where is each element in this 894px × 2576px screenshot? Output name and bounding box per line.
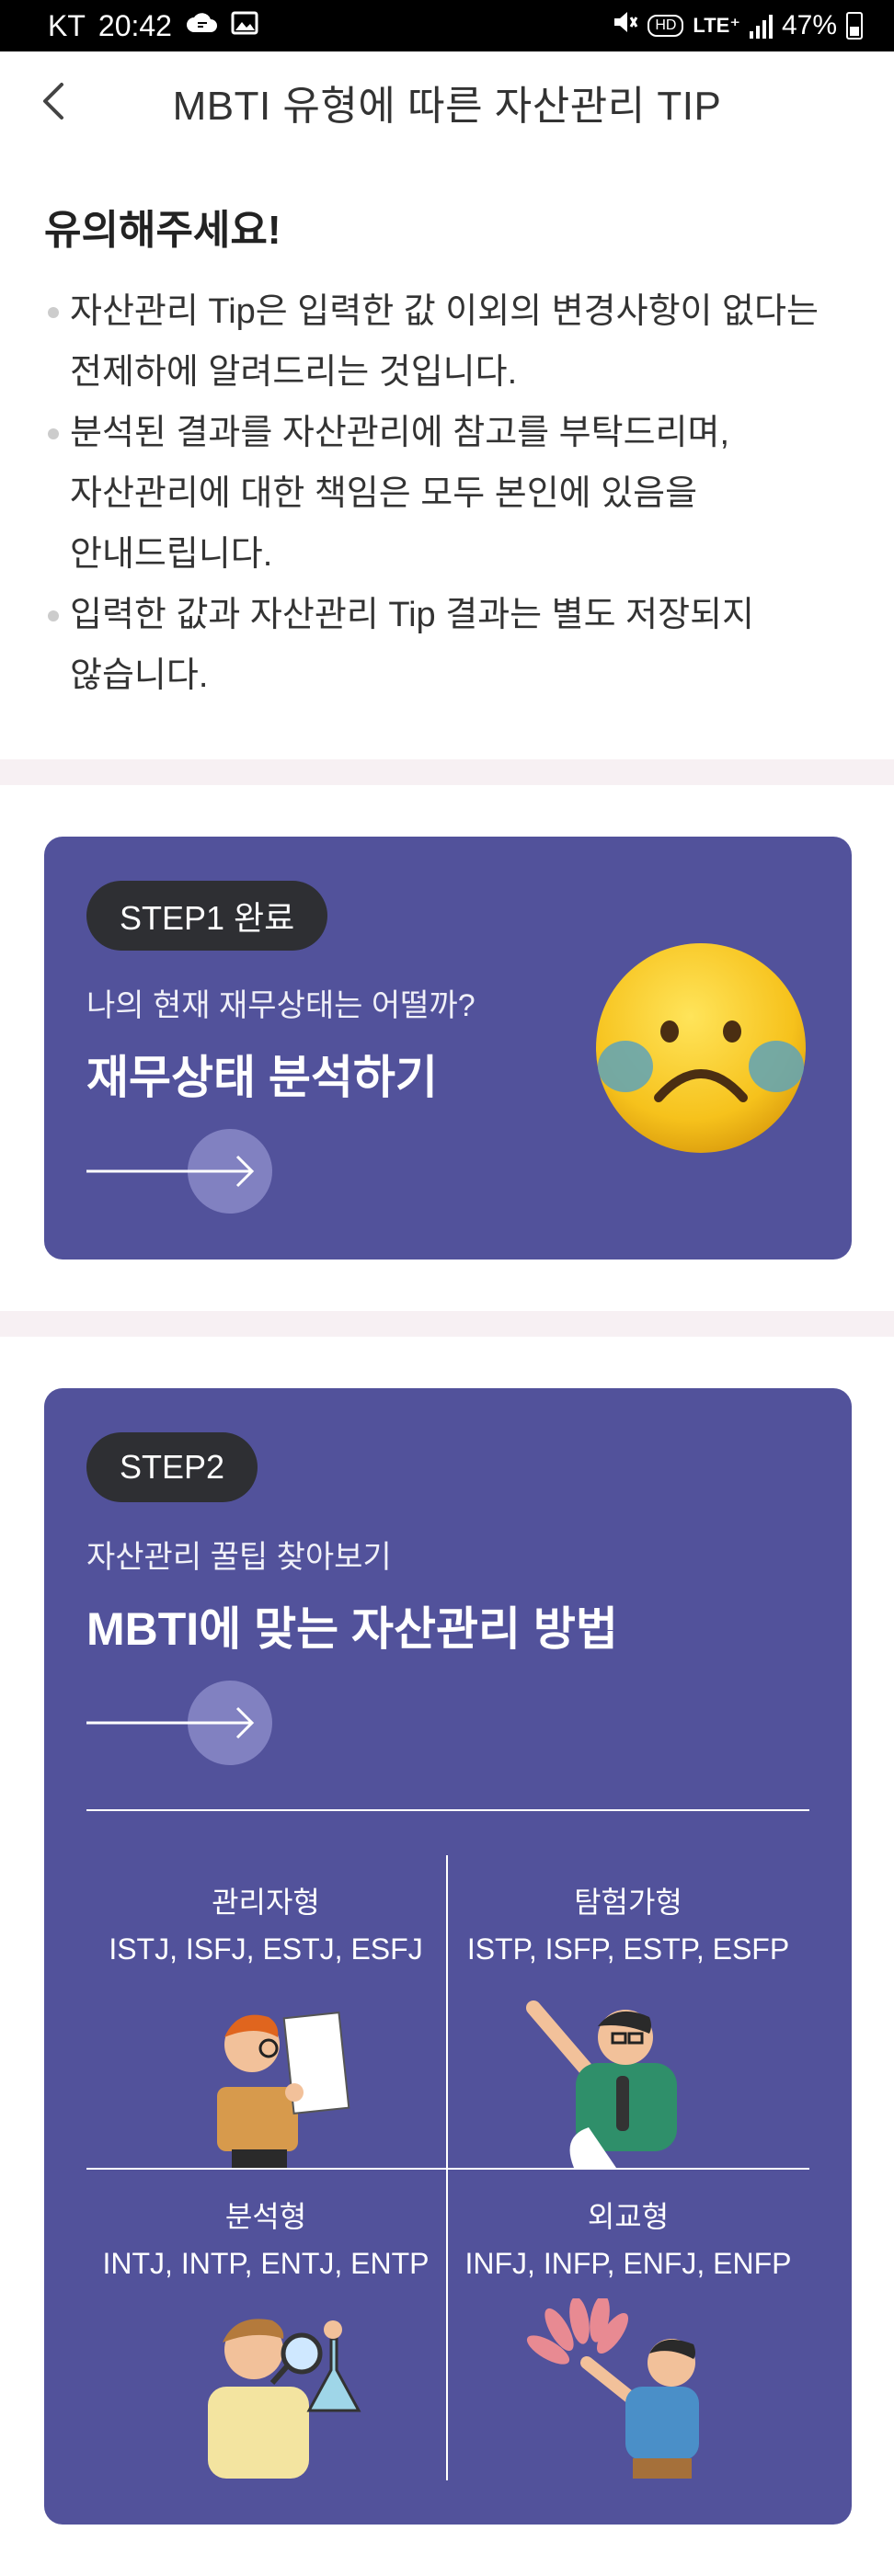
carrier-label: KT (48, 8, 86, 42)
grid-divider-horizontal (86, 2168, 809, 2170)
step1-badge: STEP1 완료 (86, 881, 328, 951)
back-button[interactable] (28, 75, 79, 127)
arrow-right-circle-icon (86, 1681, 272, 1765)
status-left: KT 20:42 (48, 9, 258, 43)
step1-card[interactable]: STEP1 완료 나의 현재 재무상태는 어떨까? 재무상태 분석하기 (44, 837, 852, 1260)
type-codes: ISTP, ISFP, ESTP, ESFP (466, 1932, 790, 1966)
type-codes: ISTJ, ISFJ, ESTJ, ESFJ (109, 1932, 423, 1966)
section-divider (0, 1311, 894, 1337)
notice-line: 전제하에 알려드리는 것입니다. (70, 353, 518, 392)
notice-line: 자산관리 Tip은 입력한 값 이외의 변경사항이 없다는 (70, 292, 819, 331)
step1-title: 재무상태 분석하기 (86, 1052, 438, 1103)
notice-title: 유의해주세요! (44, 208, 281, 253)
notice-section: 유의해주세요! 자산관리 Tip은 입력한 값 이외의 변경사항이 없다는 전제… (44, 197, 854, 706)
type-cell-analyst[interactable]: 분석형 INTJ, INTP, ENTJ, ENTP (86, 2194, 445, 2281)
section-divider (0, 759, 894, 785)
type-cell-diplomat[interactable]: 외교형 INFJ, INFP, ENFJ, ENFP (449, 2194, 808, 2281)
chevron-left-icon (43, 83, 63, 120)
type-name: 관리자형 (212, 1886, 320, 1919)
battery-icon (846, 12, 863, 40)
step2-title: MBTI에 맞는 자산관리 방법 (86, 1603, 618, 1655)
clock: 20:42 (97, 8, 172, 42)
notice-line: 분석된 결과를 자산관리에 참고를 부탁드리며, (70, 414, 730, 452)
network-type: LTE⁺ (693, 14, 740, 37)
notice-list: 자산관리 Tip은 입력한 값 이외의 변경사항이 없다는 전제하에 알려드리는… (44, 281, 854, 706)
manager-illustration (217, 2012, 350, 2168)
gallery-icon (231, 9, 258, 43)
step1-arrow-button[interactable] (86, 1127, 280, 1215)
type-name: 분석형 (224, 2200, 307, 2233)
type-cell-explorer[interactable]: 탐험가형 ISTP, ISFP, ESTP, ESFP (449, 1879, 808, 1966)
page-title: MBTI 유형에 따른 자산관리 TIP (172, 84, 722, 129)
signal-icon (749, 13, 773, 39)
notice-line: 안내드립니다. (70, 535, 273, 574)
notice-item: 분석된 결과를 자산관리에 참고를 부탁드리며, 자산관리에 대한 책임은 모두… (44, 403, 854, 585)
type-codes: INFJ, INFP, ENFJ, ENFP (464, 2247, 792, 2280)
notice-line: 입력한 값과 자산관리 Tip 결과는 별도 저장되지 (70, 596, 755, 634)
type-cell-manager[interactable]: 관리자형 ISTJ, ISFJ, ESTJ, ESFJ (86, 1879, 445, 1966)
type-name: 탐험가형 (574, 1886, 682, 1919)
diplomat-illustration (526, 2298, 699, 2479)
notice-line: 자산관리에 대한 책임은 모두 본인에 있음을 (70, 474, 698, 513)
explorer-illustration (526, 2000, 677, 2168)
type-codes: INTJ, INTP, ENTJ, ENTP (102, 2247, 430, 2280)
card-divider (86, 1809, 809, 1811)
hd-voice-icon: HD (648, 15, 684, 37)
arrow-right-circle-icon (86, 1129, 272, 1214)
step2-card[interactable]: STEP2 자산관리 꿀팁 찾아보기 MBTI에 맞는 자산관리 방법 관리자형… (44, 1388, 852, 2525)
battery-percent: 47% (781, 10, 837, 40)
step1-subtitle: 나의 현재 재무상태는 어떨까? (86, 988, 476, 1023)
type-name: 외교형 (587, 2200, 670, 2233)
status-bar: KT 20:42 HD LTE⁺ 47% (0, 0, 894, 51)
notice-item: 자산관리 Tip은 입력한 값 이외의 변경사항이 없다는 전제하에 알려드리는… (44, 281, 854, 403)
notice-item: 입력한 값과 자산관리 Tip 결과는 별도 저장되지 않습니다. (44, 585, 854, 706)
notice-line: 않습니다. (70, 656, 209, 695)
mute-icon (611, 8, 638, 43)
app-header: MBTI 유형에 따른 자산관리 TIP (0, 51, 894, 153)
step2-subtitle: 자산관리 꿀팁 찾아보기 (86, 1540, 392, 1575)
step2-badge: STEP2 (86, 1432, 258, 1502)
step2-arrow-button[interactable] (86, 1679, 280, 1767)
cloud-message-icon (185, 9, 218, 43)
analyst-illustration (208, 2319, 361, 2479)
status-right: HD LTE⁺ 47% (611, 8, 863, 43)
sad-face-emoji-icon (596, 943, 806, 1153)
